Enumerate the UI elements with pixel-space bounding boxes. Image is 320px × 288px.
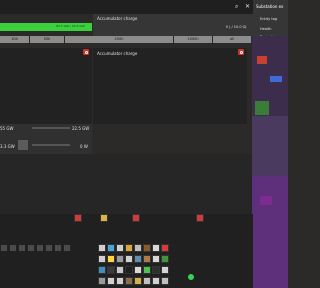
icon-item[interactable] bbox=[134, 277, 142, 285]
status-icon bbox=[188, 274, 194, 280]
graph-left bbox=[0, 48, 92, 124]
map-tile bbox=[252, 176, 288, 288]
icon-item[interactable] bbox=[161, 277, 169, 285]
quickbar-slot[interactable] bbox=[18, 244, 26, 252]
row-1-right: 22.5 GW bbox=[72, 126, 90, 131]
accumulator-icon bbox=[18, 140, 28, 150]
icon-item[interactable] bbox=[152, 244, 160, 252]
header-value: 0 J / 10.0 GJ bbox=[226, 25, 247, 29]
icon-item[interactable] bbox=[152, 266, 160, 274]
icon-item[interactable] bbox=[116, 244, 124, 252]
row-1-left: 55 GW bbox=[0, 126, 14, 131]
toolbar-tab-2[interactable] bbox=[100, 214, 108, 222]
icon-item[interactable] bbox=[152, 255, 160, 263]
icon-item[interactable] bbox=[125, 244, 133, 252]
icon-item[interactable] bbox=[125, 266, 133, 274]
tab-1000h[interactable]: 1000h bbox=[174, 36, 212, 43]
toolbar-tab-4[interactable] bbox=[196, 214, 204, 222]
tab-all[interactable]: all bbox=[213, 36, 251, 43]
quickbar-slot[interactable] bbox=[36, 244, 44, 252]
map-tile bbox=[260, 196, 272, 205]
icon-item[interactable] bbox=[143, 266, 151, 274]
graph-right-reset-button[interactable] bbox=[238, 49, 244, 55]
icon-item[interactable] bbox=[125, 277, 133, 285]
icon-item[interactable] bbox=[98, 277, 106, 285]
icon-item[interactable] bbox=[134, 255, 142, 263]
icon-item[interactable] bbox=[134, 244, 142, 252]
icon-item[interactable] bbox=[107, 244, 115, 252]
icon-item[interactable] bbox=[116, 255, 124, 263]
row-2-right: 0 W bbox=[80, 144, 88, 149]
map-tile bbox=[270, 76, 282, 82]
search-icon[interactable]: ⌕ bbox=[235, 3, 238, 11]
quickbar-slot[interactable] bbox=[63, 244, 71, 252]
graph-right-title: Accumulator charge bbox=[97, 51, 138, 56]
quickbar-slot[interactable] bbox=[9, 244, 17, 252]
map-tile bbox=[255, 101, 269, 115]
quickbar-slot[interactable] bbox=[0, 244, 8, 252]
icon-item[interactable] bbox=[116, 277, 124, 285]
icon-item[interactable] bbox=[107, 255, 115, 263]
icon-item[interactable] bbox=[107, 277, 115, 285]
toolbar-tab-3[interactable] bbox=[132, 214, 140, 222]
icon-item[interactable] bbox=[143, 244, 151, 252]
icon-item[interactable] bbox=[98, 244, 106, 252]
icon-item[interactable] bbox=[152, 277, 160, 285]
tab-250h[interactable]: 250h bbox=[65, 36, 173, 43]
tab-50h[interactable]: 50h bbox=[30, 36, 64, 43]
graph-left-reset-button[interactable] bbox=[83, 49, 89, 55]
toolbar-tab-1[interactable] bbox=[74, 214, 82, 222]
row-1-bar bbox=[32, 127, 70, 129]
icon-item[interactable] bbox=[161, 266, 169, 274]
quickbar-slot[interactable] bbox=[45, 244, 53, 252]
icon-item[interactable] bbox=[125, 255, 133, 263]
icon-item[interactable] bbox=[98, 266, 106, 274]
icon-item[interactable] bbox=[161, 255, 169, 263]
icon-item[interactable] bbox=[161, 244, 169, 252]
quickbar-slot[interactable] bbox=[27, 244, 35, 252]
map-view bbox=[252, 36, 288, 288]
icon-item[interactable] bbox=[134, 266, 142, 274]
icon-item[interactable] bbox=[143, 277, 151, 285]
substation-title: Substation ex bbox=[256, 4, 284, 9]
row-2-bar bbox=[32, 144, 70, 146]
lower-panel bbox=[0, 154, 253, 214]
map-tile bbox=[252, 116, 288, 176]
quickbar-slot[interactable] bbox=[54, 244, 62, 252]
map-tile bbox=[257, 56, 267, 64]
tab-10h[interactable]: 10h bbox=[0, 36, 29, 43]
icon-item[interactable] bbox=[116, 266, 124, 274]
substation-field-health: Health bbox=[260, 27, 272, 31]
power-satisfaction-text: 63.5 GW / 63.5 GW bbox=[56, 24, 85, 28]
header-title: Accumulator charge bbox=[97, 16, 138, 21]
icon-item[interactable] bbox=[107, 266, 115, 274]
icon-item[interactable] bbox=[98, 255, 106, 263]
icon-item[interactable] bbox=[143, 255, 151, 263]
row-2-left: 3.3 GW bbox=[0, 144, 15, 149]
substation-field-entity-tag: Entity tag bbox=[260, 17, 278, 21]
graph-right bbox=[93, 48, 247, 124]
close-icon[interactable]: ✕ bbox=[245, 3, 250, 10]
